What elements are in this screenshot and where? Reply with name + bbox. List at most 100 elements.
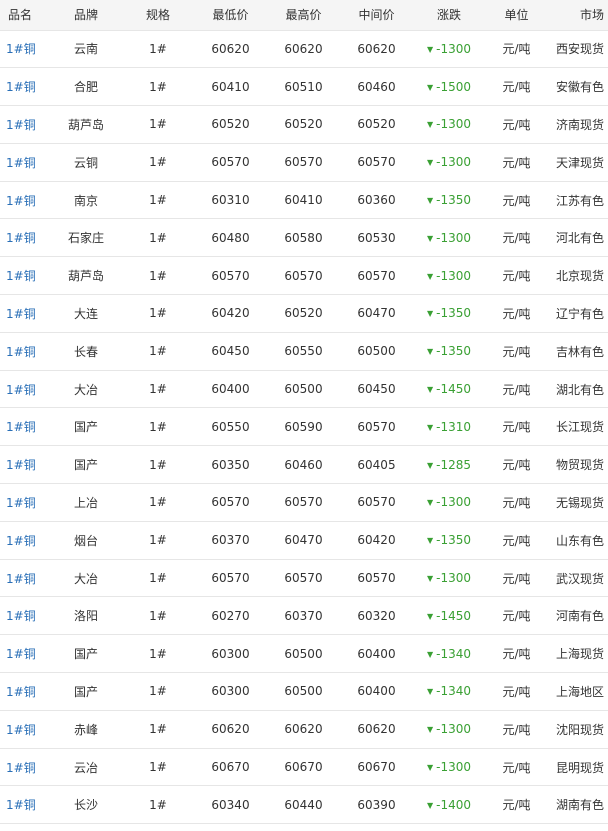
cell-spec: 1# bbox=[122, 521, 194, 560]
header-mid-price: 中间价 bbox=[340, 0, 413, 31]
product-link[interactable]: 1#铜 bbox=[6, 458, 36, 472]
product-link[interactable]: 1#铜 bbox=[6, 798, 36, 812]
cell-name: 1#铜 bbox=[0, 521, 50, 560]
cell-brand: 葫芦岛 bbox=[50, 105, 122, 144]
cell-unit: 元/吨 bbox=[485, 634, 548, 674]
cell-mid-price: 60670 bbox=[340, 748, 413, 787]
cell-brand: 合肥 bbox=[50, 67, 122, 107]
cell-spec: 1# bbox=[122, 785, 194, 825]
product-link[interactable]: 1#铜 bbox=[6, 534, 36, 548]
product-link[interactable]: 1#铜 bbox=[6, 496, 36, 510]
cell-change: ▼ -1450 bbox=[413, 596, 485, 636]
product-link[interactable]: 1#铜 bbox=[6, 761, 36, 775]
cell-market: 武汉现货 bbox=[548, 559, 608, 598]
cell-mid-price: 60420 bbox=[340, 521, 413, 560]
cell-brand: 洛阳 bbox=[50, 596, 122, 636]
down-triangle-icon: ▼ bbox=[426, 725, 434, 735]
cell-low-price: 60570 bbox=[194, 256, 267, 296]
cell-spec: 1# bbox=[122, 143, 194, 182]
product-link[interactable]: 1#铜 bbox=[6, 345, 36, 359]
cell-mid-price: 60520 bbox=[340, 105, 413, 144]
cell-high-price: 60550 bbox=[267, 332, 340, 371]
cell-brand: 大冶 bbox=[50, 370, 122, 409]
cell-high-price: 60500 bbox=[267, 672, 340, 711]
cell-mid-price: 60570 bbox=[340, 143, 413, 182]
cell-spec: 1# bbox=[122, 672, 194, 711]
product-link[interactable]: 1#铜 bbox=[6, 383, 36, 397]
product-link[interactable]: 1#铜 bbox=[6, 156, 36, 170]
cell-change: ▼ -1300 bbox=[413, 748, 485, 787]
cell-spec: 1# bbox=[122, 181, 194, 220]
down-triangle-icon: ▼ bbox=[426, 574, 434, 584]
product-link[interactable]: 1#铜 bbox=[6, 42, 36, 56]
change-value: -1300 bbox=[436, 230, 472, 245]
cell-low-price: 60570 bbox=[194, 483, 267, 522]
product-link[interactable]: 1#铜 bbox=[6, 723, 36, 737]
cell-name: 1#铜 bbox=[0, 559, 50, 598]
product-link[interactable]: 1#铜 bbox=[6, 194, 36, 208]
cell-change: ▼ -1350 bbox=[413, 332, 485, 371]
product-link[interactable]: 1#铜 bbox=[6, 231, 36, 245]
change-value: -1450 bbox=[436, 608, 472, 623]
cell-unit: 元/吨 bbox=[485, 370, 548, 409]
cell-low-price: 60550 bbox=[194, 407, 267, 447]
cell-brand: 长沙 bbox=[50, 785, 122, 825]
cell-brand: 石家庄 bbox=[50, 218, 122, 258]
table-row: 1#铜 赤峰 1# 60620 60620 60620 ▼ -1300 元/吨 沈阳现货 bbox=[0, 710, 608, 749]
cell-market: 物贸现货 bbox=[548, 445, 608, 485]
cell-unit: 元/吨 bbox=[485, 483, 548, 522]
cell-unit: 元/吨 bbox=[485, 785, 548, 825]
product-link[interactable]: 1#铜 bbox=[6, 647, 36, 661]
cell-market: 湖北有色 bbox=[548, 370, 608, 409]
down-triangle-icon: ▼ bbox=[426, 44, 434, 54]
cell-unit: 元/吨 bbox=[485, 332, 548, 371]
down-triangle-icon: ▼ bbox=[426, 82, 434, 92]
cell-low-price: 60520 bbox=[194, 105, 267, 144]
table-row: 1#铜 葫芦岛 1# 60520 60520 60520 ▼ -1300 元/吨 济南现货 bbox=[0, 105, 608, 144]
change-value: -1340 bbox=[436, 646, 472, 661]
table-row: 1#铜 合肥 1# 60410 60510 60460 ▼ -1500 元/吨 安徽有色 bbox=[0, 67, 608, 107]
header-change: 涨跌 bbox=[413, 0, 485, 31]
cell-name: 1#铜 bbox=[0, 672, 50, 711]
product-link[interactable]: 1#铜 bbox=[6, 685, 36, 699]
product-link[interactable]: 1#铜 bbox=[6, 609, 36, 623]
cell-mid-price: 60400 bbox=[340, 634, 413, 674]
cell-low-price: 60480 bbox=[194, 218, 267, 258]
cell-mid-price: 60570 bbox=[340, 256, 413, 296]
cell-market: 上海现货 bbox=[548, 634, 608, 674]
table-row: 1#铜 国产 1# 60550 60590 60570 ▼ -1310 元/吨 长江现货 bbox=[0, 407, 608, 447]
change-value: -1450 bbox=[436, 382, 472, 397]
cell-high-price: 60670 bbox=[267, 748, 340, 787]
cell-market: 西安现货 bbox=[548, 30, 608, 69]
product-link[interactable]: 1#铜 bbox=[6, 307, 36, 321]
product-link[interactable]: 1#铜 bbox=[6, 572, 36, 586]
cell-name: 1#铜 bbox=[0, 256, 50, 296]
cell-change: ▼ -1300 bbox=[413, 559, 485, 598]
cell-name: 1#铜 bbox=[0, 332, 50, 371]
cell-spec: 1# bbox=[122, 294, 194, 333]
cell-unit: 元/吨 bbox=[485, 445, 548, 485]
down-triangle-icon: ▼ bbox=[426, 347, 434, 357]
product-link[interactable]: 1#铜 bbox=[6, 80, 36, 94]
header-low-price: 最低价 bbox=[194, 0, 267, 31]
cell-name: 1#铜 bbox=[0, 30, 50, 69]
cell-brand: 赤峰 bbox=[50, 710, 122, 749]
cell-name: 1#铜 bbox=[0, 105, 50, 144]
cell-mid-price: 60400 bbox=[340, 672, 413, 711]
down-triangle-icon: ▼ bbox=[426, 120, 434, 130]
header-high-price: 最高价 bbox=[267, 0, 340, 31]
header-spec: 规格 bbox=[122, 0, 194, 31]
cell-spec: 1# bbox=[122, 370, 194, 409]
cell-low-price: 60300 bbox=[194, 634, 267, 674]
product-link[interactable]: 1#铜 bbox=[6, 420, 36, 434]
table-row: 1#铜 云南 1# 60620 60620 60620 ▼ -1300 元/吨 西安现货 bbox=[0, 30, 608, 69]
product-link[interactable]: 1#铜 bbox=[6, 118, 36, 132]
product-link[interactable]: 1#铜 bbox=[6, 269, 36, 283]
cell-low-price: 60410 bbox=[194, 67, 267, 107]
change-value: -1350 bbox=[436, 306, 472, 321]
cell-high-price: 60620 bbox=[267, 710, 340, 749]
cell-low-price: 60300 bbox=[194, 672, 267, 711]
table-row: 1#铜 石家庄 1# 60480 60580 60530 ▼ -1300 元/吨 河北有色 bbox=[0, 218, 608, 258]
cell-high-price: 60580 bbox=[267, 218, 340, 258]
change-value: -1350 bbox=[436, 193, 472, 208]
